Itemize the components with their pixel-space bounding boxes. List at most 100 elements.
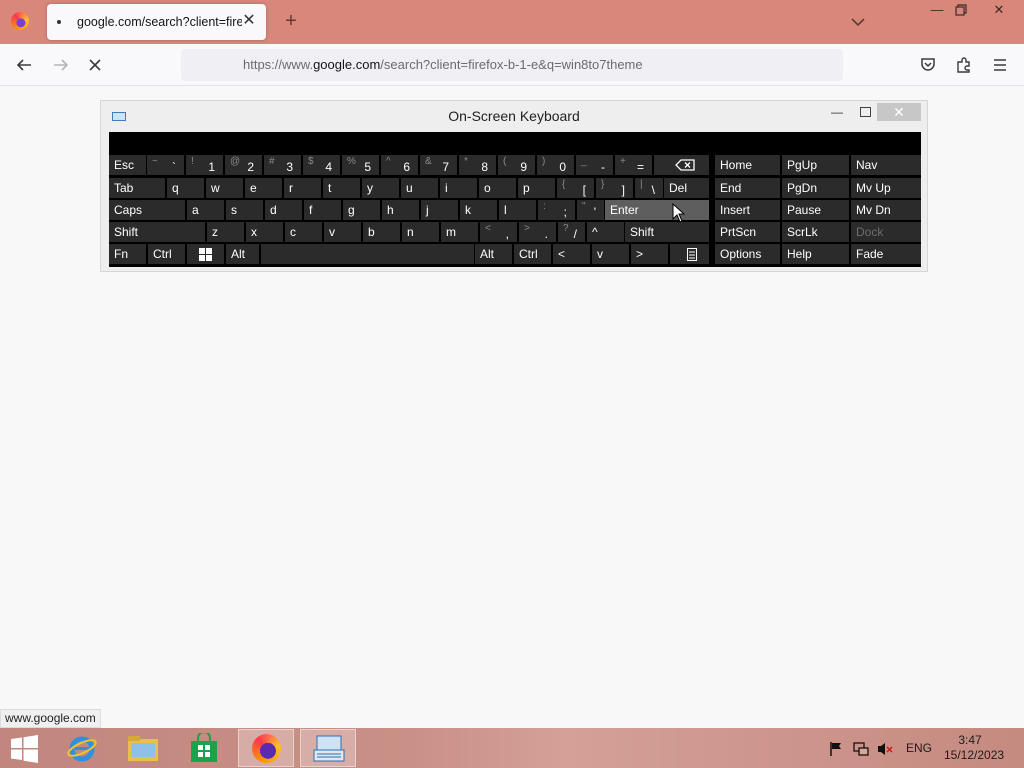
- key-left-bracket[interactable]: {[: [557, 178, 594, 198]
- key-j[interactable]: j: [421, 200, 458, 220]
- key-semicolon[interactable]: :;: [538, 200, 575, 220]
- key-b[interactable]: b: [363, 222, 400, 242]
- key-1[interactable]: ! 1: [186, 155, 223, 175]
- key-c[interactable]: c: [285, 222, 322, 242]
- key-r[interactable]: r: [284, 178, 321, 198]
- key-period[interactable]: >.: [519, 222, 556, 242]
- volume-muted-icon[interactable]: [877, 741, 893, 757]
- key-l[interactable]: l: [499, 200, 536, 220]
- key-m[interactable]: m: [441, 222, 478, 242]
- key-3[interactable]: #3: [264, 155, 301, 175]
- taskbar-internet-explorer[interactable]: [54, 729, 110, 767]
- network-icon[interactable]: [853, 741, 869, 757]
- key-4[interactable]: $4: [303, 155, 340, 175]
- forward-button[interactable]: [48, 53, 74, 77]
- key-left-alt[interactable]: Alt: [226, 244, 259, 264]
- key-q[interactable]: q: [167, 178, 204, 198]
- key-pgup[interactable]: PgUp: [782, 155, 849, 175]
- key-fn[interactable]: Fn: [109, 244, 146, 264]
- key-scrlk[interactable]: ScrLk: [782, 222, 849, 242]
- pocket-button[interactable]: [915, 53, 941, 77]
- osk-title-bar[interactable]: On-Screen Keyboard — ✕: [101, 101, 927, 131]
- key-prtscn[interactable]: PrtScn: [715, 222, 780, 242]
- key-space[interactable]: [261, 244, 474, 264]
- key-tab[interactable]: Tab: [109, 178, 165, 198]
- start-button[interactable]: [0, 729, 50, 767]
- key-left-shift[interactable]: Shift: [109, 222, 205, 242]
- key-e[interactable]: e: [245, 178, 282, 198]
- key-del[interactable]: Del: [664, 178, 709, 198]
- key-comma[interactable]: <,: [480, 222, 517, 242]
- key-w[interactable]: w: [206, 178, 243, 198]
- key-backspace[interactable]: [654, 155, 709, 175]
- key-backtick[interactable]: ~ `: [147, 155, 184, 175]
- key-nav[interactable]: Nav: [851, 155, 921, 175]
- key-mv-dn[interactable]: Mv Dn: [851, 200, 921, 220]
- key-u[interactable]: u: [401, 178, 438, 198]
- osk-close-button[interactable]: ✕: [877, 103, 921, 121]
- tab-list-chevron-icon[interactable]: [848, 12, 868, 32]
- key-x[interactable]: x: [246, 222, 283, 242]
- tab-google-search[interactable]: google.com/search?client=firef ✕: [47, 4, 266, 40]
- taskbar-on-screen-keyboard[interactable]: [300, 729, 356, 767]
- taskbar-clock[interactable]: 3:47 15/12/2023: [944, 733, 1004, 762]
- key-right-alt[interactable]: Alt: [475, 244, 512, 264]
- key-esc[interactable]: Esc: [109, 155, 146, 175]
- restore-button[interactable]: [946, 0, 976, 22]
- taskbar-file-explorer[interactable]: [115, 729, 171, 767]
- extensions-button[interactable]: [951, 53, 977, 77]
- key-right-ctrl[interactable]: Ctrl: [514, 244, 551, 264]
- key-a[interactable]: a: [187, 200, 224, 220]
- key-s[interactable]: s: [226, 200, 263, 220]
- key-right-shift[interactable]: Shift: [625, 222, 709, 242]
- key-5[interactable]: % 5: [342, 155, 379, 175]
- osk-maximize-button[interactable]: [855, 103, 875, 121]
- key-f[interactable]: f: [304, 200, 341, 220]
- key-minus[interactable]: _ -: [576, 155, 613, 175]
- key-down-arrow[interactable]: v: [592, 244, 629, 264]
- key-enter[interactable]: Enter: [605, 200, 709, 220]
- key-right-bracket[interactable]: }]: [596, 178, 633, 198]
- key-up-arrow[interactable]: ^: [587, 222, 624, 242]
- taskbar-firefox[interactable]: [238, 729, 294, 767]
- key-slash[interactable]: ? /: [558, 222, 585, 242]
- key-insert[interactable]: Insert: [715, 200, 780, 220]
- key-g[interactable]: g: [343, 200, 380, 220]
- key-equals[interactable]: + =: [615, 155, 652, 175]
- key-caps[interactable]: Caps: [109, 200, 185, 220]
- key-d[interactable]: d: [265, 200, 302, 220]
- close-window-button[interactable]: ✕: [984, 0, 1014, 22]
- key-apostrophe[interactable]: " ': [577, 200, 604, 220]
- app-menu-button[interactable]: [987, 53, 1013, 77]
- key-0[interactable]: ) 0: [537, 155, 574, 175]
- new-tab-button[interactable]: +: [281, 10, 301, 32]
- key-windows[interactable]: [187, 244, 224, 264]
- taskbar-store[interactable]: [176, 729, 232, 767]
- key-t[interactable]: t: [323, 178, 360, 198]
- key-left-ctrl[interactable]: Ctrl: [148, 244, 185, 264]
- input-language-indicator[interactable]: ENG: [906, 741, 932, 755]
- key-down-arrow[interactable]: v: [324, 222, 361, 242]
- back-button[interactable]: [11, 53, 37, 77]
- key-9[interactable]: (9: [498, 155, 535, 175]
- key-n[interactable]: n: [402, 222, 439, 242]
- key-z[interactable]: z: [207, 222, 244, 242]
- key-y[interactable]: y: [362, 178, 399, 198]
- key-menu[interactable]: [670, 244, 709, 264]
- key-pgdn[interactable]: PgDn: [782, 178, 849, 198]
- key-home[interactable]: Home: [715, 155, 780, 175]
- osk-minimize-button[interactable]: —: [827, 103, 847, 121]
- key-right-arrow[interactable]: >: [631, 244, 668, 264]
- key-options[interactable]: Options: [715, 244, 780, 264]
- key-end[interactable]: End: [715, 178, 780, 198]
- key-6[interactable]: ^ 6: [381, 155, 418, 175]
- tab-close-icon[interactable]: ✕: [240, 12, 258, 30]
- key-backslash[interactable]: | \: [635, 178, 663, 198]
- key-i[interactable]: i: [440, 178, 477, 198]
- address-bar[interactable]: https://www.google.com/search?client=fir…: [181, 49, 843, 81]
- key-h[interactable]: h: [382, 200, 419, 220]
- key-7[interactable]: & 7: [420, 155, 457, 175]
- key-2[interactable]: @2: [225, 155, 262, 175]
- key-mv-up[interactable]: Mv Up: [851, 178, 921, 198]
- key-p[interactable]: p: [518, 178, 555, 198]
